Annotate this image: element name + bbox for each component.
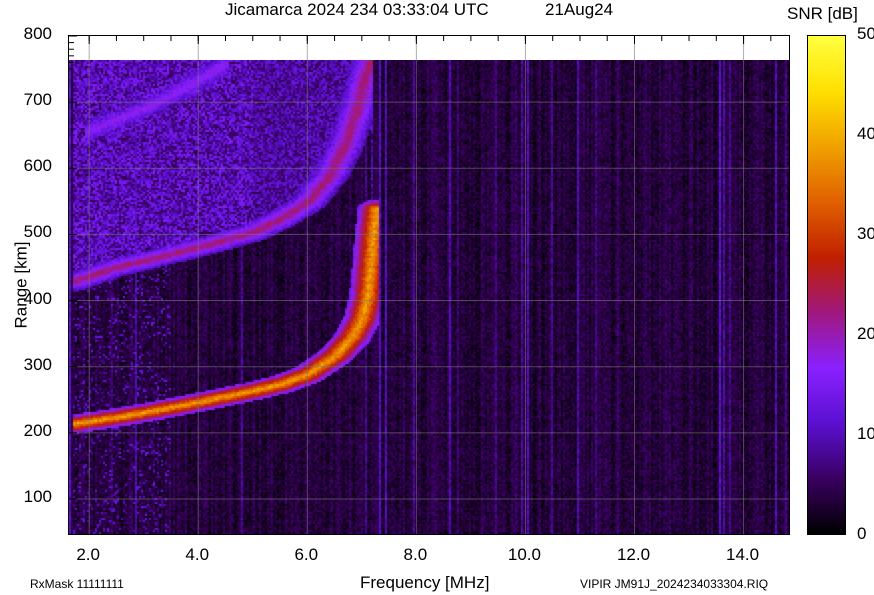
x-tick-label: 10.0 [507, 545, 541, 564]
colorbar [807, 35, 846, 535]
y-tick-label: 700 [23, 90, 52, 110]
y-axis-label: Range [km] [11, 241, 31, 329]
colorbar-tick-label: 50 [857, 24, 874, 43]
x-axis-label: Frequency [MHz] [360, 573, 490, 592]
y-tick-label: 600 [23, 156, 52, 176]
colorbar-tick-label: 10 [857, 424, 874, 443]
x-tick-label: 14.0 [726, 545, 760, 564]
colorbar-label: SNR [dB] [787, 4, 858, 23]
x-tick-label: 2.0 [76, 545, 100, 564]
colorbar-tick-label: 20 [857, 324, 874, 343]
colorbar-tick-label: 40 [857, 124, 874, 143]
x-tick-label: 12.0 [616, 545, 651, 564]
colorbar-tick-label: 0 [857, 524, 867, 543]
y-tick-label: 300 [23, 354, 52, 374]
file-name-label: VIPIR JM91J_2024234033304.RIQ [580, 577, 769, 591]
y-tick-label: 500 [23, 222, 52, 242]
chart-date: 21Aug24 [545, 0, 614, 19]
y-tick-label: 100 [23, 486, 52, 506]
chart-title: Jicamarca 2024 234 03:33:04 UTC [225, 0, 489, 19]
plot-overlay [69, 36, 789, 534]
y-tick-label: 800 [23, 24, 52, 43]
rxmask-label: RxMask 11111111 [30, 577, 124, 591]
x-tick-label: 6.0 [294, 545, 319, 564]
plot-area [68, 35, 790, 535]
x-tick-label: 4.0 [185, 545, 210, 564]
x-tick-label: 8.0 [403, 545, 428, 564]
y-tick-label: 200 [23, 420, 52, 440]
colorbar-tick-label: 30 [857, 224, 874, 243]
